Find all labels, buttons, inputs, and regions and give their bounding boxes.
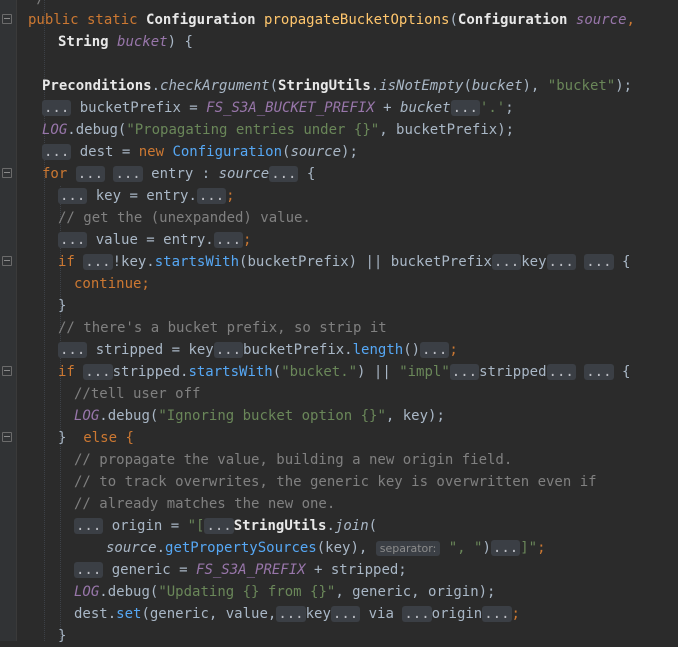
folded-region[interactable]: ... <box>204 518 234 534</box>
folded-region[interactable]: ... <box>213 342 244 358</box>
folded-region[interactable]: ... <box>330 606 361 622</box>
code-line-key: ... key = entry....; <box>58 188 235 204</box>
code-line-signature: public static Configuration propagateBuc… <box>28 12 635 28</box>
folded-region[interactable]: ... <box>75 166 106 182</box>
folded-region[interactable]: ... <box>113 166 143 182</box>
code-line-continue: continue; <box>74 276 150 292</box>
code-comment: // to track overwrites, the generic key … <box>74 474 597 490</box>
folded-region[interactable]: ... <box>83 254 113 270</box>
folded-region[interactable]: ... <box>42 144 72 160</box>
folded-region[interactable]: ... <box>450 100 480 116</box>
editor-gutter <box>0 0 17 641</box>
folded-region[interactable]: ... <box>546 254 576 270</box>
parameter-hint-separator: separator: <box>375 541 441 556</box>
fold-toggle-if2[interactable] <box>2 366 12 376</box>
code-comment: //tell user off <box>74 386 201 402</box>
folded-region[interactable]: ... <box>491 254 522 270</box>
folded-region[interactable]: ... <box>584 364 614 380</box>
code-line-close-brace: } <box>58 298 67 314</box>
folded-region[interactable]: ... <box>584 254 614 270</box>
code-line-if-bucket: if ... stripped.startsWith("bucket.") || … <box>58 364 631 380</box>
code-line-dest: ... dest = new Configuration(source); <box>42 144 358 160</box>
code-line-dest-set: dest.set(generic, value,... key... via ..… <box>74 606 520 622</box>
folded-region[interactable]: ... <box>83 364 113 380</box>
folded-region[interactable]: ... <box>58 188 88 204</box>
code-comment: // there's a bucket prefix, so strip it <box>58 320 387 336</box>
folded-region[interactable]: ... <box>482 606 512 622</box>
code-line-log-updating: LOG.debug("Updating {} from {}", generic… <box>74 584 496 600</box>
code-comment: // propagate the value, building a new o… <box>74 452 513 468</box>
folded-region[interactable]: ... <box>402 606 432 622</box>
code-line-bucket-prefix: ... bucketPrefix = FS_S3A_BUCKET_PREFIX … <box>42 100 514 116</box>
code-line-generic: ... generic = FS_S3A_PREFIX + stripped; <box>74 562 407 578</box>
code-line-precondition: Preconditions.checkArgument(StringUtils.… <box>42 78 633 94</box>
code-line-for: for ... ... entry : source... { <box>42 166 316 182</box>
code-line-close-brace: } <box>58 628 67 644</box>
folded-region[interactable]: ... <box>196 188 227 204</box>
folded-region[interactable]: ... <box>213 232 244 248</box>
code-comment: // already matches the new one. <box>74 496 336 512</box>
fold-toggle-if[interactable] <box>2 256 12 266</box>
folded-region[interactable]: ... <box>58 232 88 248</box>
folded-region[interactable]: ... <box>276 606 306 622</box>
code-line-value: ... value = entry....; <box>58 232 252 248</box>
code-line-if-prefix: if ... !key.startsWith(bucketPrefix) || b… <box>58 254 631 270</box>
folded-region[interactable]: ... <box>420 342 450 358</box>
code-line-origin-2: source.getPropertySources(key), separato… <box>106 540 546 556</box>
folded-region[interactable]: ... <box>42 100 72 116</box>
code-line-else: } else { <box>58 430 134 446</box>
folded-region[interactable]: ... <box>546 364 576 380</box>
code-comment: // get the (unexpanded) value. <box>58 210 311 226</box>
fold-toggle-for[interactable] <box>2 168 12 178</box>
folded-region[interactable]: ... <box>449 364 480 380</box>
folded-region[interactable]: ... <box>74 518 104 534</box>
fold-toggle-method[interactable] <box>2 14 12 24</box>
folded-region[interactable]: ... <box>269 166 299 182</box>
folded-region[interactable]: ... <box>490 540 521 556</box>
folded-region[interactable]: ... <box>74 562 104 578</box>
fold-toggle-else[interactable] <box>2 432 12 442</box>
code-line-log-propagating: LOG.debug("Propagating entries under {}"… <box>42 122 515 138</box>
code-line-stripped: ... stripped = key... bucketPrefix.length… <box>58 342 458 358</box>
folded-region[interactable]: ... <box>58 342 88 358</box>
code-line-log-ignoring: LOG.debug("Ignoring bucket option {}", k… <box>74 408 445 424</box>
code-line-origin: ... origin = "[... StringUtils.join( <box>74 518 378 534</box>
code-line-signature-2: String bucket) { <box>58 34 193 50</box>
